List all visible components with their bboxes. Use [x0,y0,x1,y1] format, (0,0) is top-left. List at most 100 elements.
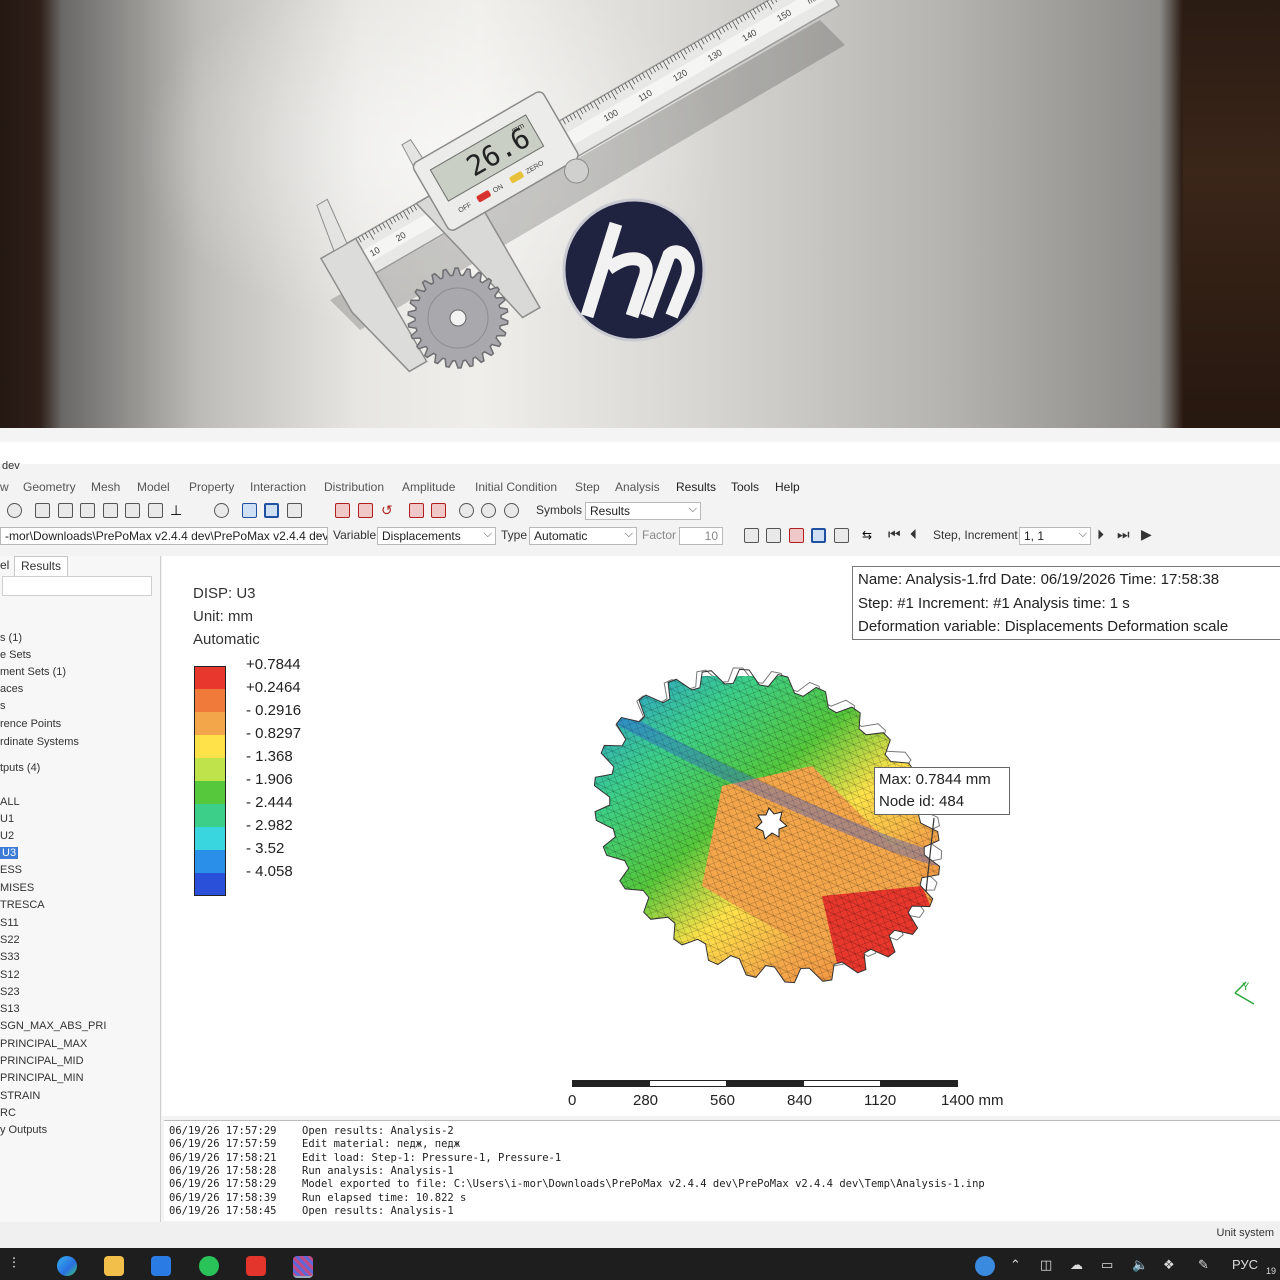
undeformed-icon[interactable] [744,528,759,543]
view-left-icon[interactable] [125,503,140,518]
tree-item[interactable]: U3 [0,847,19,859]
cloud-icon[interactable]: ☁ [1070,1257,1083,1273]
clock[interactable]: 19 [1266,1266,1276,1276]
step-increment-select[interactable]: 1, 1 ⌵ [1019,527,1091,545]
wps-office-icon[interactable] [246,1256,266,1276]
shaded-edges-icon[interactable] [264,503,279,518]
tray-chevron-up-icon[interactable]: ⌃ [1010,1257,1021,1273]
prepomax-taskbar-icon[interactable] [293,1256,313,1278]
help-icon[interactable] [975,1256,995,1276]
deformed-overlay-icon[interactable] [789,528,804,543]
tree-item[interactable]: STRAIN [0,1090,40,1102]
volume-icon[interactable]: 🔈 [1132,1257,1148,1273]
tree-item[interactable]: rdinate Systems [0,736,79,748]
animate-icon[interactable]: ▶ [1141,526,1152,543]
hide-icon[interactable] [481,503,496,518]
menu-geometry[interactable]: Geometry [23,480,76,494]
tree-item[interactable]: U1 [0,813,14,825]
tree-item[interactable]: RC [0,1107,16,1119]
tree-item[interactable]: ment Sets (1) [0,666,66,678]
first-increment-icon[interactable]: ⏮ [888,526,901,543]
hide-others-icon[interactable] [504,503,519,518]
edge-icon[interactable] [57,1256,77,1276]
battery-icon[interactable]: ▭ [1101,1257,1113,1273]
variable-select[interactable]: Displacements ⌵ [377,527,496,545]
tree-item[interactable]: y Outputs [0,1124,47,1136]
menu-analysis[interactable]: Analysis [615,480,660,494]
view-back-icon[interactable] [58,503,73,518]
tree-item[interactable]: tputs (4) [0,762,40,774]
menu-initial-condition[interactable]: Initial Condition [475,480,557,494]
view-top-icon[interactable] [80,503,95,518]
menu-distribution[interactable]: Distribution [324,480,384,494]
menu-results[interactable]: Results [676,480,716,494]
view-front-icon[interactable] [35,503,50,518]
file-explorer-icon[interactable] [104,1256,124,1276]
menu-help[interactable]: Help [775,480,800,494]
dropbox-icon[interactable]: ❖ [1163,1257,1175,1273]
results-path-select[interactable]: -mor\Downloads\PrePoMax v2.4.4 dev\PrePo… [0,527,328,545]
transform-results-icon[interactable]: ⇆ [862,528,877,543]
last-increment-icon[interactable]: ⏭ [1117,526,1130,543]
whatsapp-icon[interactable] [199,1256,219,1276]
tree-item[interactable]: U2 [0,830,14,842]
show-icon[interactable] [459,503,474,518]
tree-item[interactable]: S33 [0,951,20,963]
tray-app-icon[interactable]: ◫ [1040,1257,1052,1273]
view-right-icon[interactable] [148,503,163,518]
contours-off-icon[interactable] [834,528,849,543]
tree-item[interactable]: SGN_MAX_ABS_PRI [0,1020,106,1032]
explode-icon[interactable] [335,503,350,518]
tree-filter-input[interactable] [2,576,152,596]
menu-step[interactable]: Step [575,480,600,494]
tree-item[interactable]: S12 [0,969,20,981]
menu-tools[interactable]: Tools [731,480,759,494]
zoom-icon[interactable] [7,503,22,518]
normal-view-icon[interactable] [214,503,229,518]
tree-item[interactable]: ESS [0,864,22,876]
pen-icon[interactable]: ✎ [1198,1257,1209,1273]
tree-item[interactable]: e Sets [0,649,31,661]
section-cut-icon[interactable] [309,503,324,518]
shaded-icon[interactable] [287,503,302,518]
factor-input[interactable]: 10 [679,527,723,545]
outlook-icon[interactable] [151,1256,171,1276]
menu-property[interactable]: Property [189,480,234,494]
menu-view-fragment[interactable]: w [0,480,9,494]
menu-mesh[interactable]: Mesh [91,480,120,494]
tree-item[interactable]: s (1) [0,632,22,644]
tree-item[interactable]: TRESCA [0,899,45,911]
undo-icon[interactable]: ↺ [381,503,396,518]
tree-item[interactable]: ALL [0,796,20,808]
view-bottom-icon[interactable] [103,503,118,518]
tree-item[interactable]: S22 [0,934,20,946]
menu-model[interactable]: Model [137,480,170,494]
menu-interaction[interactable]: Interaction [250,480,306,494]
transform-icon[interactable] [358,503,373,518]
task-view-icon[interactable]: ⫶ [12,1255,16,1272]
tree-item[interactable]: s [0,700,6,712]
remove-annotations-icon[interactable] [431,503,446,518]
tree-item[interactable]: S13 [0,1003,20,1015]
tree-item[interactable]: aces [0,683,23,695]
graphics-viewport[interactable]: DISP: U3 Unit: mm Automatic +0.7844 +0.24… [162,556,1280,1116]
query-icon[interactable] [409,503,424,518]
type-select[interactable]: Automatic ⌵ [529,527,637,545]
tree-item[interactable]: PRINCIPAL_MAX [0,1038,87,1050]
previous-increment-icon[interactable]: ⏴ [910,526,917,543]
tree-item[interactable]: S11 [0,917,19,929]
deformed-icon[interactable] [766,528,781,543]
next-increment-icon[interactable]: ⏵ [1097,526,1104,543]
tree-item[interactable]: S23 [0,986,20,998]
tree-item[interactable]: PRINCIPAL_MID [0,1055,84,1067]
menu-amplitude[interactable]: Amplitude [402,480,455,494]
tree-item[interactable]: PRINCIPAL_MIN [0,1072,84,1084]
wireframe-icon[interactable] [242,503,257,518]
color-contours-icon[interactable] [811,528,826,543]
tree-item[interactable]: MISES [0,882,34,894]
tab-results[interactable]: Results [14,556,69,576]
input-language[interactable]: РУС [1232,1257,1258,1272]
view-iso-icon[interactable]: ⊥ [170,503,185,518]
tree-item[interactable]: rence Points [0,718,61,730]
symbols-select[interactable]: Results ⌵ [585,502,701,520]
